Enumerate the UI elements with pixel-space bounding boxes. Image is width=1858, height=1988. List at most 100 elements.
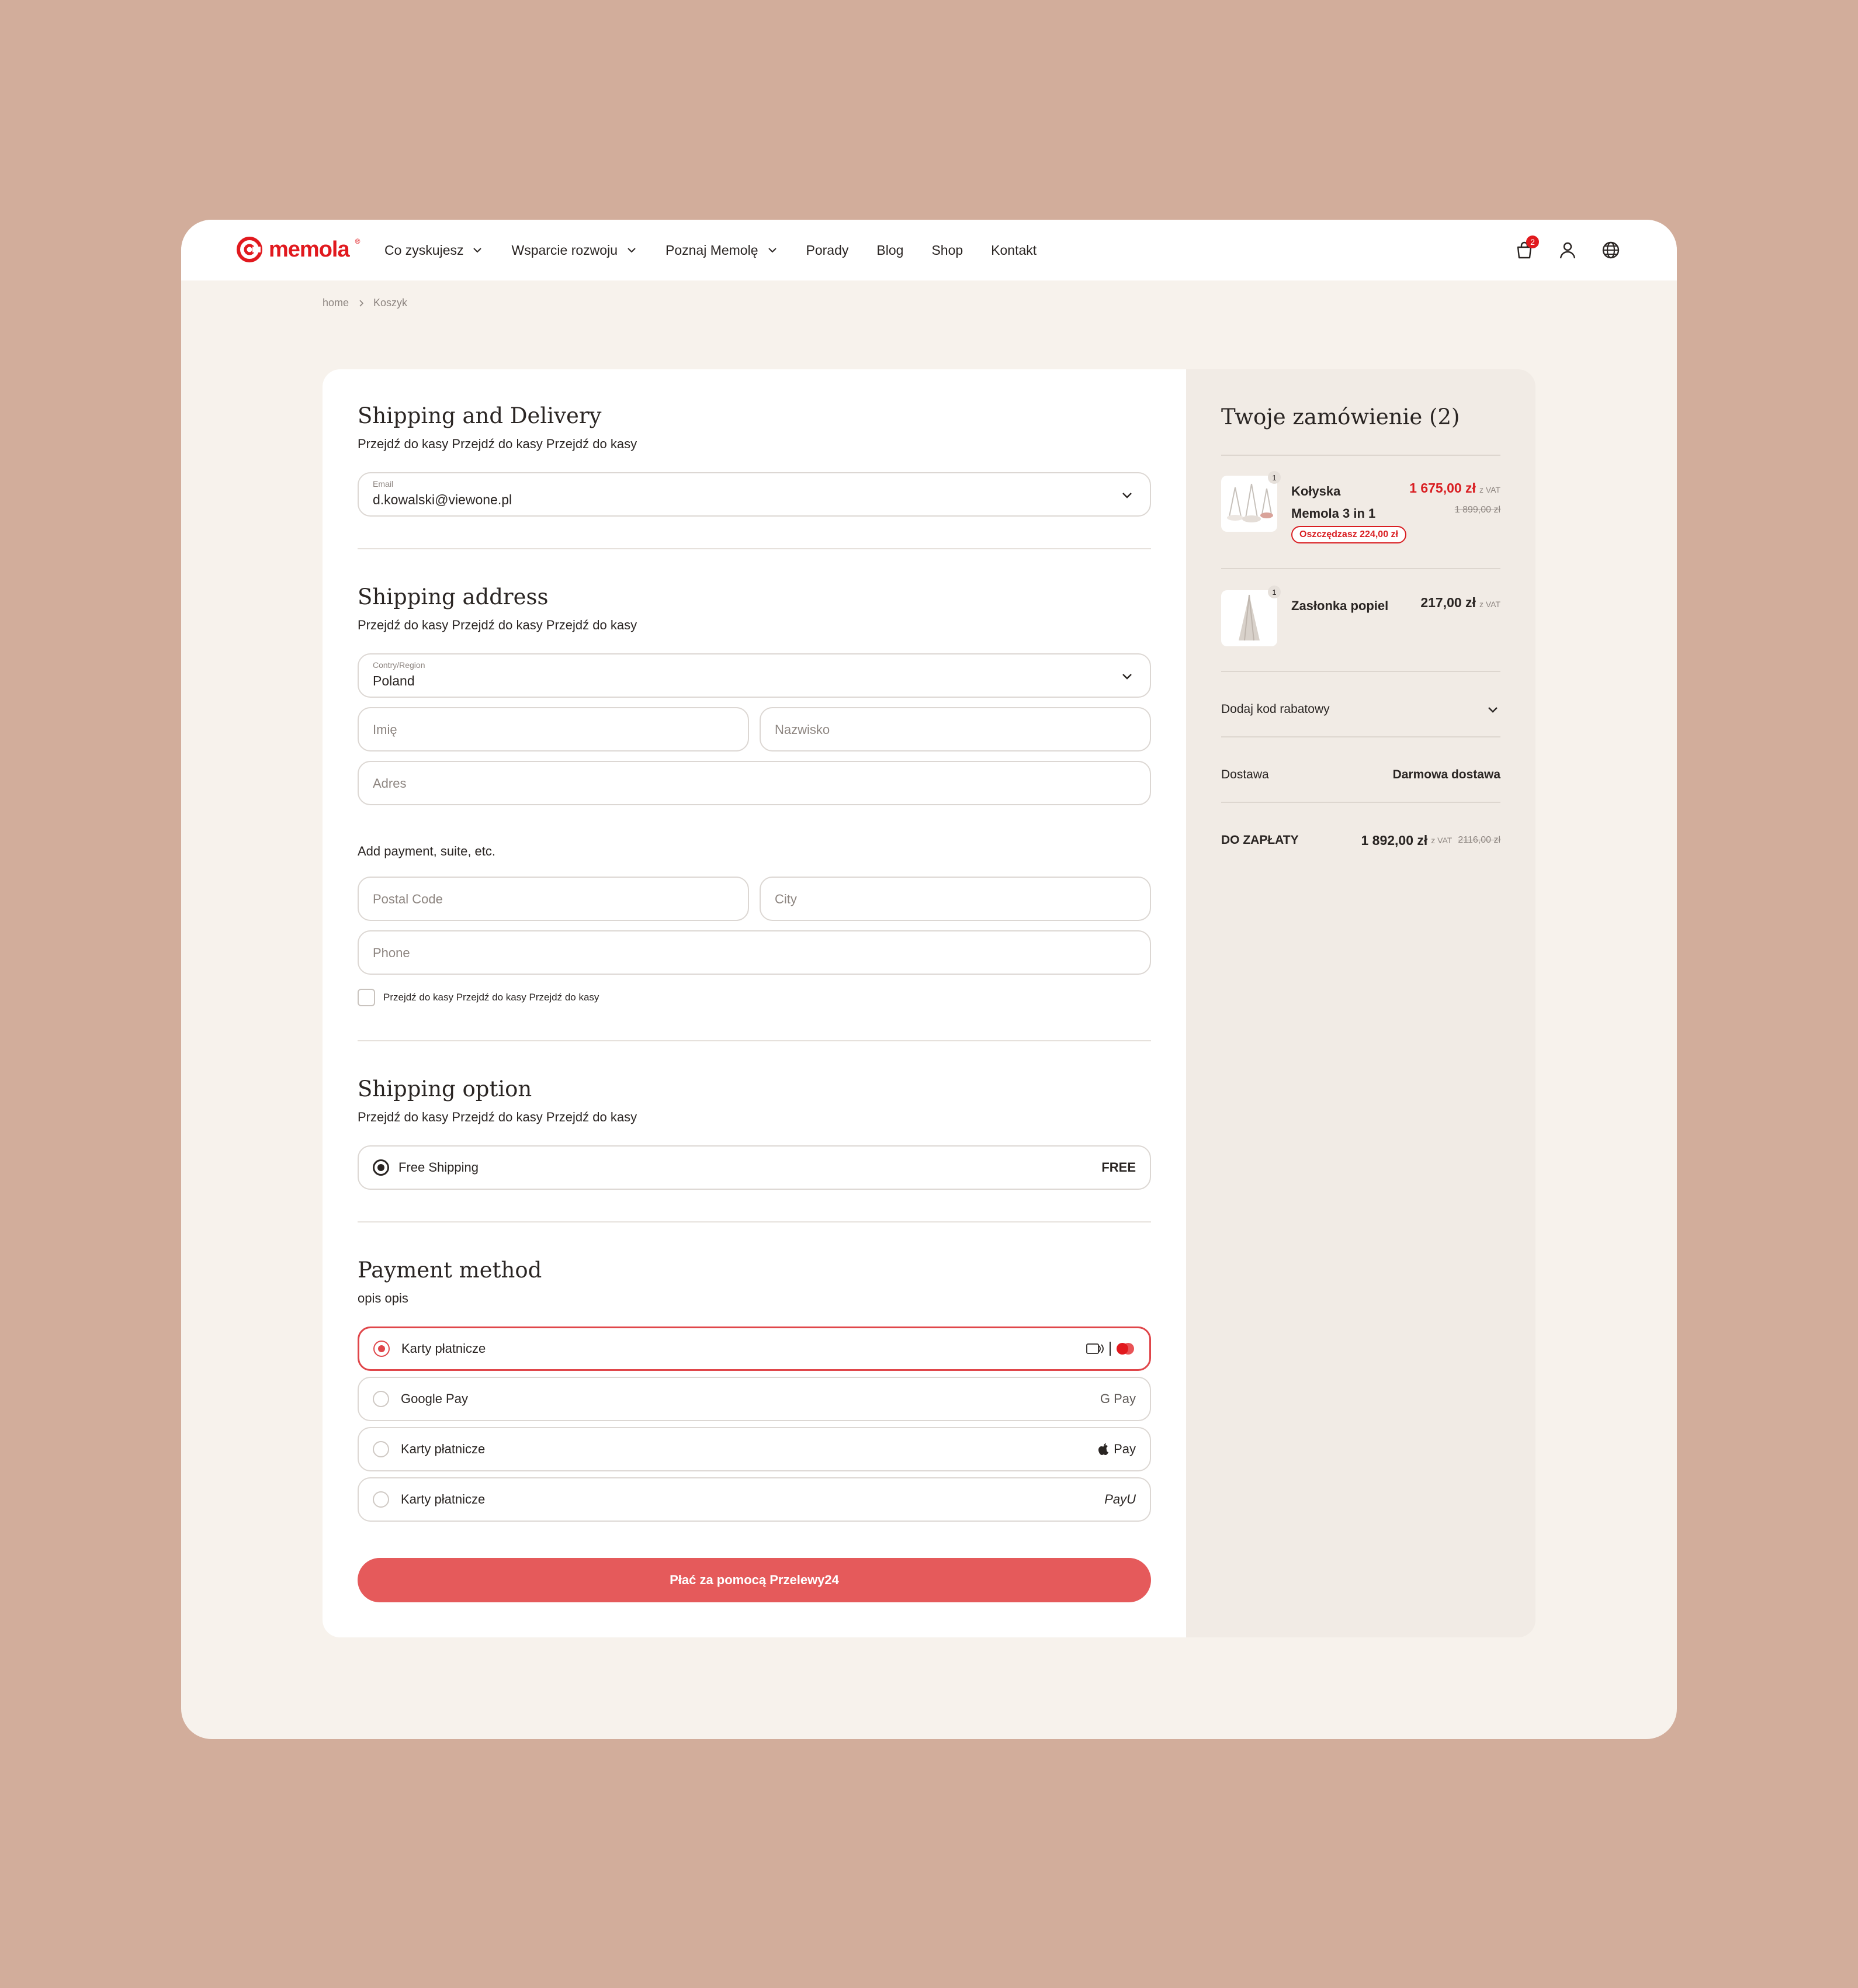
product-name-line1: Kołyska	[1291, 484, 1341, 498]
contactless-card-icon	[1086, 1343, 1104, 1354]
order-item: 1 Kołyska Memola 3 in 1 1 675,00 zł z VAT…	[1221, 471, 1500, 543]
payment-option-google-pay[interactable]: Google Pay G Pay	[358, 1377, 1151, 1421]
nav-item-blog[interactable]: Blog	[876, 243, 903, 258]
total-row: DO ZAPŁATY 1 892,00 zł z VAT 2116,00 zł	[1221, 829, 1500, 852]
field-label: Contry/Region	[373, 660, 425, 670]
radio-selected[interactable]	[373, 1159, 389, 1176]
mastercard-icon	[1117, 1343, 1134, 1355]
radio-unselected[interactable]	[373, 1441, 389, 1457]
discount-label: Dodaj kod rabatowy	[1221, 702, 1330, 716]
brand-reg-mark: ®	[355, 237, 360, 245]
postal-code-input[interactable]: Postal Code	[358, 877, 749, 921]
terms-checkbox[interactable]	[358, 989, 375, 1006]
total-values: 1 892,00 zł z VAT 2116,00 zł	[1361, 833, 1500, 848]
section-title: Payment method	[358, 1258, 542, 1283]
memola-logo-icon	[237, 237, 262, 262]
field-value: d.kowalski@viewone.pl	[373, 492, 512, 507]
section-title: Shipping and Delivery	[358, 403, 602, 428]
total-value: 1 892,00 zł	[1361, 832, 1428, 848]
add-address-line-link[interactable]: Add payment, suite, etc.	[358, 844, 1151, 859]
summary-title: Twoje zamówienie (2)	[1221, 404, 1460, 430]
breadcrumb-home[interactable]: home	[323, 297, 349, 309]
field-placeholder: Adres	[373, 776, 407, 791]
divider	[1221, 802, 1500, 803]
field-placeholder: Phone	[373, 945, 410, 960]
product-thumbnail[interactable]	[1221, 476, 1277, 532]
first-name-input[interactable]: Imię	[358, 707, 749, 751]
email-field[interactable]: Email d.kowalski@viewone.pl	[358, 472, 1151, 517]
product-price: 1 675,00 zł z VAT	[1409, 480, 1500, 496]
product-name-line2: Memola 3 in 1	[1291, 506, 1376, 521]
nav-item-co-zyskujesz[interactable]: Co zyskujesz	[384, 243, 483, 258]
chevron-down-icon	[473, 248, 482, 253]
shipping-option-header: Shipping option Przejdź do kasy Przejdź …	[358, 1076, 1151, 1125]
section-subtitle: Przejdź do kasy Przejdź do kasy Przejdź …	[358, 1110, 637, 1124]
curtain-product-image	[1239, 594, 1260, 641]
radio-unselected[interactable]	[373, 1391, 389, 1407]
globe-icon	[1602, 241, 1620, 259]
savings-badge: Oszczędzasz 224,00 zł	[1291, 526, 1406, 543]
apple-pay-text: Pay	[1114, 1442, 1136, 1456]
cradle-product-image	[1227, 483, 1273, 522]
field-label: Email	[373, 479, 394, 489]
section-title: Shipping option	[358, 1076, 532, 1102]
country-select[interactable]: Contry/Region Poland	[358, 653, 1151, 698]
delivery-value: Darmowa dostawa	[1392, 768, 1500, 781]
divider	[358, 548, 1151, 549]
payu-icon: PayU	[1104, 1492, 1136, 1506]
chevron-down-icon	[1122, 674, 1132, 680]
phone-input[interactable]: Phone	[358, 930, 1151, 975]
address-input[interactable]: Adres	[358, 761, 1151, 805]
nav-item-kontakt[interactable]: Kontakt	[991, 243, 1037, 258]
chevron-down-icon	[1488, 707, 1498, 713]
section-subtitle: opis opis	[358, 1291, 408, 1305]
option-price: FREE	[1101, 1160, 1136, 1175]
total-label: DO ZAPŁATY	[1221, 833, 1299, 847]
payment-option-payu[interactable]: Karty płatnicze PayU	[358, 1477, 1151, 1522]
divider	[358, 1040, 1151, 1041]
nav-item-label: Kontakt	[991, 242, 1037, 258]
product-name[interactable]: Zasłonka popiel	[1291, 595, 1388, 617]
account-button[interactable]	[1557, 239, 1579, 261]
checkbox-label: Przejdź do kasy Przejdź do kasy Przejdź …	[383, 992, 599, 1003]
nav-item-shop[interactable]: Shop	[931, 243, 963, 258]
nav-item-label: Porady	[806, 242, 849, 258]
nav-item-porady[interactable]: Porady	[806, 243, 849, 258]
language-button[interactable]	[1600, 239, 1622, 261]
option-label: Karty płatnicze	[401, 1341, 486, 1356]
checkout-card: Shipping and Delivery Przejdź do kasy Pr…	[323, 369, 1535, 1637]
card-brands	[1086, 1342, 1135, 1356]
cart-button[interactable]: 2	[1513, 235, 1539, 261]
radio-unselected[interactable]	[373, 1491, 389, 1508]
product-price: 217,00 zł z VAT	[1420, 595, 1500, 611]
product-thumbnail[interactable]	[1221, 590, 1277, 646]
user-icon	[1559, 242, 1576, 259]
nav-item-label: Wsparcie rozwoju	[511, 242, 618, 258]
brand-logo[interactable]: memola ®	[236, 236, 360, 263]
cart-count-badge: 2	[1526, 235, 1539, 248]
city-input[interactable]: City	[760, 877, 1151, 921]
nav-item-wsparcie-rozwoju[interactable]: Wsparcie rozwoju	[511, 243, 637, 258]
payment-option-apple-pay[interactable]: Karty płatnicze Pay	[358, 1427, 1151, 1471]
field-value: Poland	[373, 673, 415, 688]
delivery-label: Dostawa	[1221, 768, 1269, 781]
pay-przelewy24-button[interactable]: Płać za pomocą Przelewy24	[358, 1558, 1151, 1602]
nav-item-label: Co zyskujesz	[384, 242, 464, 258]
total-old-price: 2116,00 zł	[1458, 835, 1500, 845]
delivery-row: Dostawa Darmowa dostawa	[1221, 763, 1500, 787]
section-subtitle: Przejdź do kasy Przejdź do kasy Przejdź …	[358, 437, 637, 451]
option-label: Free Shipping	[398, 1160, 479, 1175]
discount-code-toggle[interactable]: Dodaj kod rabatowy	[1221, 698, 1500, 721]
old-price: 1 899,00 zł	[1454, 505, 1500, 515]
shipping-option-free[interactable]: Free Shipping FREE	[358, 1145, 1151, 1190]
last-name-input[interactable]: Nazwisko	[760, 707, 1151, 751]
nav-item-poznaj-memole[interactable]: Poznaj Memolę	[665, 243, 778, 258]
section-title: Shipping address	[358, 584, 549, 609]
order-item: 1 Zasłonka popiel 217,00 zł z VAT	[1221, 586, 1500, 649]
google-pay-icon: G Pay	[1100, 1391, 1136, 1406]
product-name[interactable]: Kołyska Memola 3 in 1	[1291, 480, 1375, 525]
payment-option-cards[interactable]: Karty płatnicze	[358, 1327, 1151, 1371]
radio-selected[interactable]	[373, 1341, 390, 1357]
terms-checkbox-row[interactable]: Przejdź do kasy Przejdź do kasy Przejdź …	[358, 989, 599, 1006]
order-summary: Twoje zamówienie (2) 1 Kołyska Memola 3 …	[1186, 369, 1535, 1637]
